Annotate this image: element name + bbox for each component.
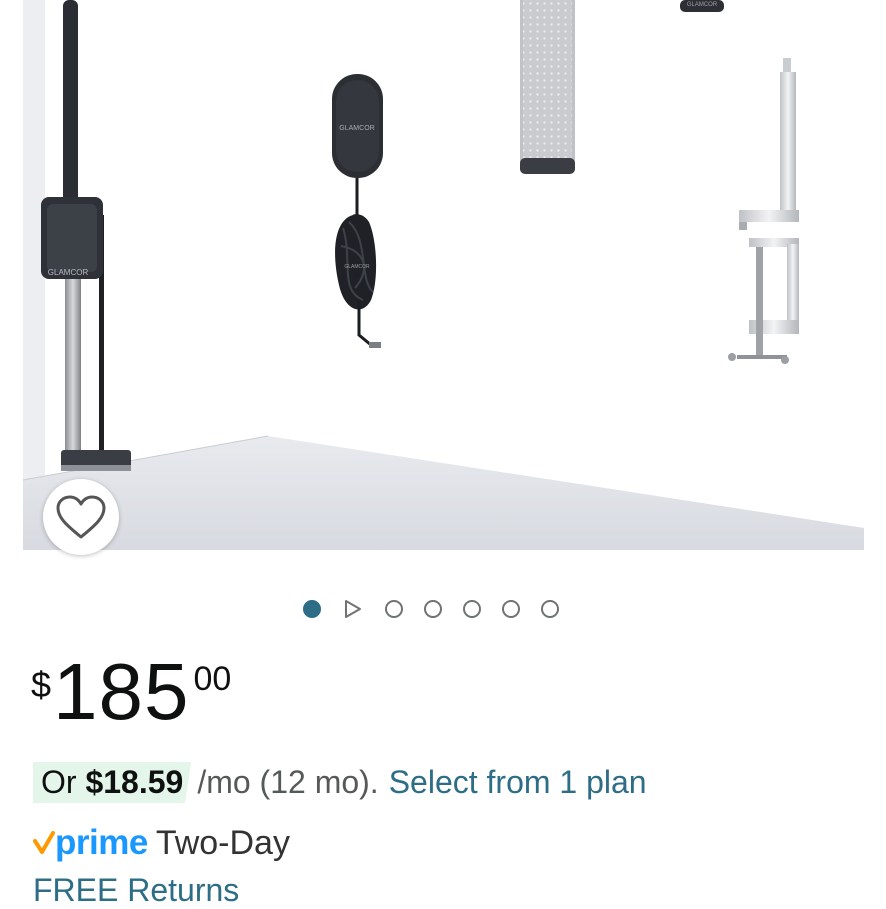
product-image[interactable]: GLAMCOR GLAMCOR GLAMCOR GLAMCOR — [23, 0, 864, 550]
desk-surface — [23, 435, 864, 550]
svg-text:GLAMCOR: GLAMCOR — [344, 264, 370, 270]
installment-badge: Or $18.59 — [33, 762, 192, 803]
lamp-arm-illustration: GLAMCOR — [41, 0, 131, 471]
image-carousel-dots[interactable] — [303, 598, 559, 620]
price-whole: 185 — [53, 647, 190, 736]
delivery-speed: Two-Day — [155, 823, 290, 862]
installment-terms: /mo (12 mo). — [197, 764, 379, 800]
heart-icon — [56, 495, 106, 539]
carousel-dot-4[interactable] — [424, 600, 442, 618]
product-price: $ 185 00 — [31, 650, 231, 734]
carousel-video-dot[interactable] — [342, 598, 364, 620]
select-plan-link[interactable]: Select from 1 plan — [389, 764, 647, 801]
price-fraction: 00 — [193, 660, 232, 698]
svg-text:GLAMCOR: GLAMCOR — [48, 268, 89, 277]
price-currency-symbol: $ — [31, 664, 52, 705]
power-adapter-illustration: GLAMCOR GLAMCOR — [332, 74, 383, 348]
carousel-dot-7[interactable] — [541, 600, 559, 618]
svg-text:GLAMCOR: GLAMCOR — [339, 125, 374, 132]
carousel-dot-3[interactable] — [385, 600, 403, 618]
desk-clamp-illustration — [728, 58, 799, 364]
carousel-dot-6[interactable] — [502, 600, 520, 618]
prime-logo-text: prime — [55, 823, 148, 862]
svg-text:GLAMCOR: GLAMCOR — [687, 2, 718, 8]
prime-delivery: prime Two-Day — [33, 823, 290, 863]
installment-offer: Or $18.59 /mo (12 mo). Select from 1 pla… — [33, 762, 647, 803]
prime-check-icon — [33, 831, 55, 854]
play-icon — [345, 600, 361, 618]
remote-illustration: GLAMCOR — [680, 0, 724, 12]
wishlist-button[interactable] — [43, 479, 119, 555]
free-returns-link[interactable]: FREE Returns — [33, 872, 239, 909]
installment-amount: $18.59 — [85, 764, 184, 800]
carousel-dot-5[interactable] — [463, 600, 481, 618]
carousel-dot-1[interactable] — [303, 600, 321, 618]
led-light-panel-illustration — [520, 0, 575, 174]
